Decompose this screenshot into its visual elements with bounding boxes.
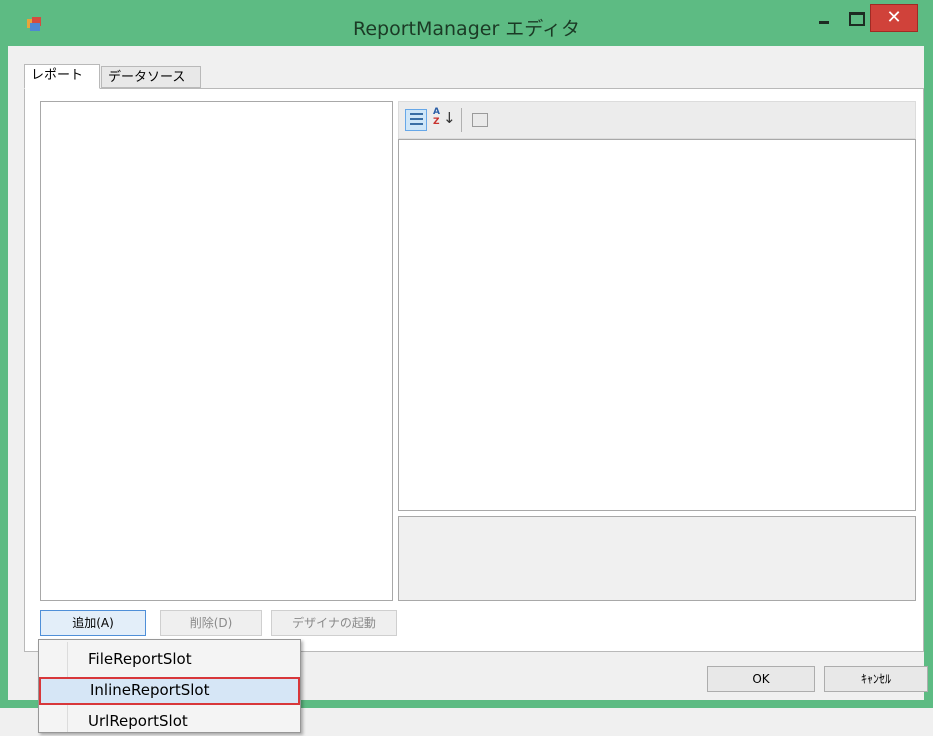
cancel-button[interactable]: ｷｬﾝｾﾙ <box>824 666 928 692</box>
menu-item-url-report-slot[interactable]: UrlReportSlot <box>41 708 298 736</box>
add-button[interactable]: 追加(A) <box>40 610 146 636</box>
delete-button[interactable]: 削除(D) <box>160 610 262 636</box>
tab-report[interactable]: レポート <box>24 64 100 89</box>
window-title: ReportManager エディタ <box>353 18 580 40</box>
menu-item-inline-report-slot[interactable]: InlineReportSlot <box>39 677 300 705</box>
maximize-button[interactable] <box>842 4 872 34</box>
close-icon: ✕ <box>886 7 902 28</box>
tab-datasource[interactable]: データソース <box>101 66 201 88</box>
add-dropdown-menu: FileReportSlot InlineReportSlot UrlRepor… <box>38 639 301 733</box>
minimize-button[interactable] <box>810 4 840 34</box>
menu-item-file-report-slot[interactable]: FileReportSlot <box>41 646 298 674</box>
property-grid[interactable] <box>398 139 916 511</box>
close-button[interactable]: ✕ <box>870 4 918 32</box>
editor-window: ReportManager エディタ ✕ レポート データソース A Z ↓ 追加(… <box>0 0 933 708</box>
property-description-pane <box>398 516 916 601</box>
alphabetical-icon[interactable]: A Z ↓ <box>432 107 456 131</box>
client-area: レポート データソース A Z ↓ 追加(A) 削除(D) デザイナの起動 <box>8 46 924 700</box>
title-bar[interactable]: ReportManager エディタ ✕ <box>0 0 933 46</box>
property-pages-icon[interactable] <box>469 109 491 131</box>
tab-page-report: A Z ↓ 追加(A) 削除(D) デザイナの起動 <box>24 88 924 652</box>
ok-button[interactable]: OK <box>707 666 815 692</box>
toolbar-separator <box>461 108 462 132</box>
property-grid-toolbar: A Z ↓ <box>398 101 916 139</box>
categorized-icon[interactable] <box>405 109 427 131</box>
report-list[interactable] <box>40 101 393 601</box>
launch-designer-button[interactable]: デザイナの起動 <box>271 610 397 636</box>
